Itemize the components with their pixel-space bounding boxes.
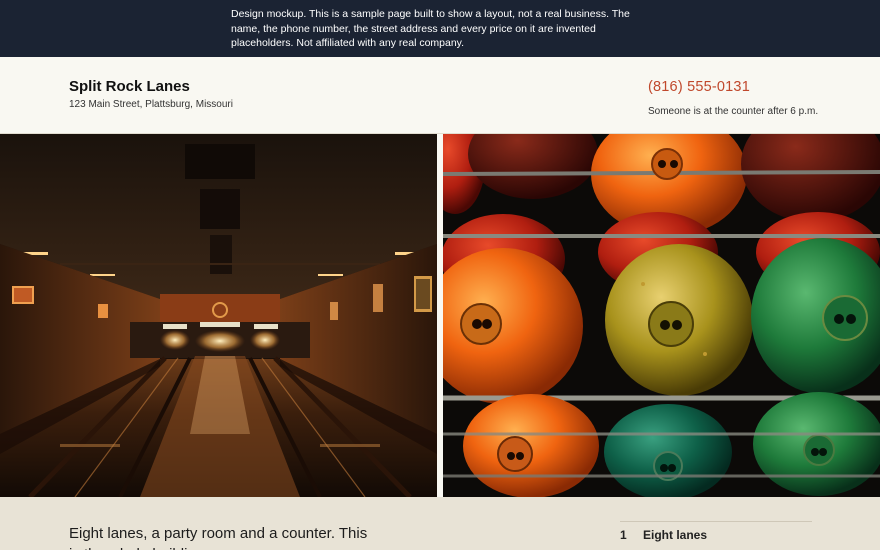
feature-number: 1 (620, 528, 627, 542)
phone-link[interactable]: (816) 555-0131 (648, 79, 750, 95)
business-name[interactable]: Split Rock Lanes (69, 78, 190, 95)
feature-list: 1 Eight lanes (620, 521, 812, 548)
feature-label: Eight lanes (643, 528, 708, 542)
intro-lead: Eight lanes, a party room and a counter.… (69, 525, 368, 550)
intro-section: Eight lanes, a party room and a counter.… (0, 497, 880, 550)
disclaimer-banner: Design mockup. This is a sample page bui… (0, 0, 880, 57)
photo-row (0, 134, 880, 497)
bowling-alley-lanes-photo (0, 134, 437, 497)
disclaimer-text: Design mockup. This is a sample page bui… (231, 8, 630, 49)
business-address: 123 Main Street, Plattsburg, Missouri (69, 99, 233, 110)
site-header: Split Rock Lanes 123 Main Street, Platts… (0, 57, 880, 134)
bowling-balls-rack-photo (443, 134, 880, 497)
phone-note: Someone is at the counter after 6 p.m. (648, 106, 819, 117)
list-item: 1 Eight lanes (620, 522, 812, 548)
